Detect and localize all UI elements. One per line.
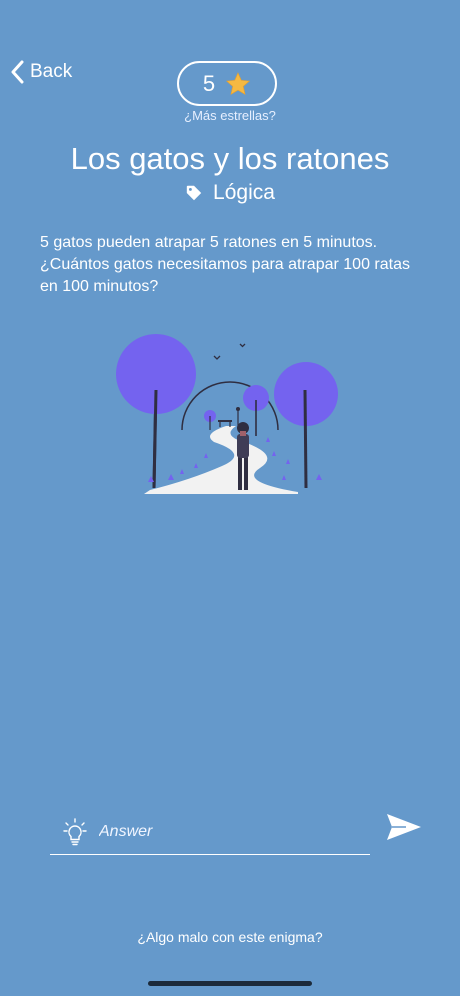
riddle-question: 5 gatos pueden atrapar 5 ratones en 5 mi… [40,234,410,295]
report-riddle-link[interactable]: ¿Algo malo con este enigma? [0,929,460,945]
home-indicator[interactable] [148,981,312,986]
back-label: Back [30,61,73,82]
send-icon[interactable] [386,812,422,842]
answer-input[interactable] [99,823,339,841]
park-path-illustration [116,334,338,494]
answer-field[interactable] [50,810,370,855]
stars-count: 5 [202,70,216,96]
chevron-left-icon [11,60,24,84]
category-label: Lógica [213,181,275,204]
lightbulb-icon[interactable] [63,818,87,846]
riddle-title: Los gatos y los ratones [70,141,390,176]
star-icon [226,71,251,95]
category-tag: Lógica [0,181,460,205]
more-stars-link[interactable]: ¿Más estrellas? [0,108,460,123]
back-button[interactable]: Back [10,60,72,84]
stars-counter-button[interactable]: 5 [177,61,277,106]
tag-icon [186,185,202,201]
